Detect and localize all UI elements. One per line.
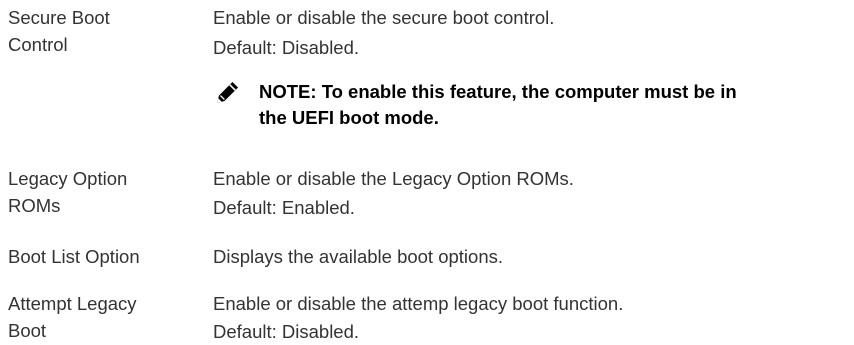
option-description: Enable or disable the secure boot contro… bbox=[213, 7, 555, 28]
option-description: Enable or disable the Legacy Option ROMs… bbox=[213, 168, 574, 189]
option-default: Default: Enabled. bbox=[213, 197, 355, 218]
option-name-secure-boot-control-cont: Control bbox=[8, 34, 68, 55]
option-description: Enable or disable the attemp legacy boot… bbox=[213, 293, 624, 314]
option-default: Default: Disabled. bbox=[213, 321, 360, 342]
option-name-legacy-option-roms: Legacy Option bbox=[8, 168, 128, 189]
option-description: Displays the available boot options. bbox=[213, 246, 504, 267]
note-text-cont: the UEFI boot mode. bbox=[259, 107, 439, 128]
note-text: NOTE: To enable this feature, the comput… bbox=[259, 81, 737, 102]
bios-boot-settings-table: Secure Boot Control Enable or disable th… bbox=[0, 0, 854, 345]
option-default: Default: Disabled. bbox=[213, 37, 360, 58]
option-name-boot-list-option: Boot List Option bbox=[8, 246, 140, 267]
option-name-legacy-option-roms-cont: ROMs bbox=[8, 195, 61, 216]
pencil-note-icon bbox=[217, 82, 238, 103]
option-name-attempt-legacy-boot-cont: Boot bbox=[8, 320, 47, 341]
option-name-attempt-legacy-boot: Attempt Legacy bbox=[8, 293, 137, 314]
option-name-secure-boot-control: Secure Boot bbox=[8, 7, 110, 28]
